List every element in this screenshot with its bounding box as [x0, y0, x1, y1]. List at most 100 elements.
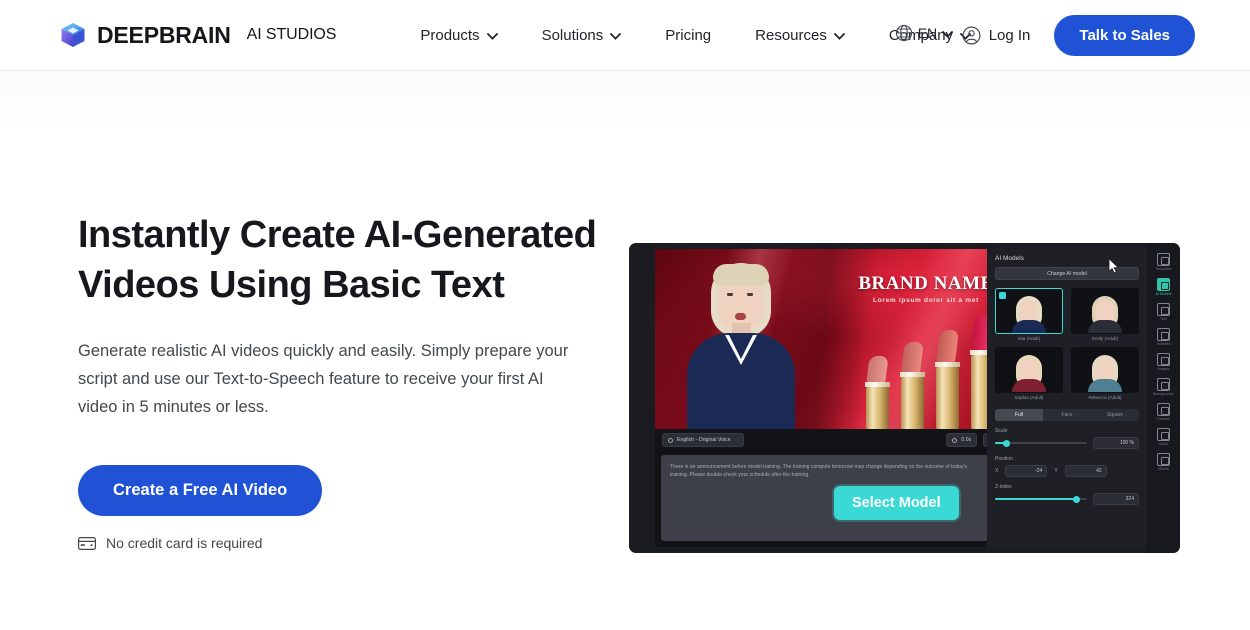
user-circle-icon: [962, 26, 981, 45]
voice-chip-label: English - Original Voice: [677, 437, 731, 443]
chevron-down-icon: [833, 32, 845, 40]
rail-item-text[interactable]: Text: [1148, 300, 1179, 323]
nav-item-solutions[interactable]: Solutions: [520, 21, 644, 50]
globe-icon: [895, 24, 912, 42]
segment-full[interactable]: Full: [995, 409, 1043, 421]
zindex-value[interactable]: 324: [1093, 493, 1139, 505]
canvas-brand-subtitle: Lorem ipsum dolor sit a met: [873, 297, 979, 304]
scale-label: Scale: [995, 428, 1008, 434]
canvas-brand-title: BRAND NAME: [858, 273, 994, 294]
segment-face[interactable]: Face: [1043, 409, 1091, 421]
model-thumb-0[interactable]: Mia (Adult): [995, 288, 1063, 341]
zindex-slider[interactable]: [995, 494, 1087, 504]
image-icon: [1157, 353, 1170, 366]
login-link[interactable]: Log In: [962, 26, 1031, 45]
hero-subtitle: Generate realistic AI videos quickly and…: [78, 342, 569, 416]
rail-item-ai-models[interactable]: AI Models: [1148, 275, 1179, 298]
rail-label: Subtitles: [1156, 342, 1171, 346]
zindex-property: Z-index 324: [995, 484, 1139, 505]
model-label: Sophia (Adult): [1014, 395, 1044, 400]
background-icon: [1157, 378, 1170, 391]
position-label: Position: [995, 456, 1013, 462]
rail-label: Templates: [1155, 267, 1172, 271]
delay-chip[interactable]: 0.0s: [946, 433, 978, 447]
nav-label: Resources: [755, 26, 827, 44]
login-label: Log In: [988, 27, 1031, 44]
rail-label: AI Models: [1155, 292, 1172, 296]
rail-item-effects[interactable]: Effects: [1148, 450, 1179, 473]
model-label: Rebecca (Adult): [1088, 395, 1122, 400]
zindex-label: Z-index: [995, 484, 1012, 490]
rail-label: Text: [1160, 317, 1167, 321]
brand-name: DEEPBRAIN: [97, 21, 231, 48]
effects-icon: [1157, 453, 1170, 466]
position-x-label: X: [995, 468, 999, 474]
rail-item-audio[interactable]: Audio: [1148, 425, 1179, 448]
header-right-group: EN Log In Talk to Sales: [895, 0, 1250, 71]
video-canvas[interactable]: BRAND NAME Lorem ipsum dolor sit a met: [655, 249, 1021, 429]
frame-icon: [1157, 403, 1170, 416]
brand-subtitle: AI STUDIOS: [246, 26, 337, 43]
nav-label: Pricing: [665, 26, 712, 44]
nav-label: Products: [420, 26, 480, 44]
chevron-down-icon: [486, 32, 498, 40]
brand-logo[interactable]: DEEPBRAIN AI STUDIOS: [60, 22, 336, 49]
model-label: Emily (Adult): [1091, 336, 1119, 341]
editor-icon-rail: Templates AI Models Text Subtitles Image…: [1147, 243, 1180, 553]
rail-item-backgrounds[interactable]: Backgrounds: [1148, 375, 1179, 398]
voice-chip[interactable]: English - Original Voice: [662, 433, 744, 447]
nav-label: Solutions: [541, 26, 604, 44]
panel-title: AI Models: [995, 255, 1024, 262]
change-ai-model-button[interactable]: Change AI model: [995, 267, 1139, 280]
segment-square[interactable]: Square: [1091, 409, 1139, 421]
model-grid: Mia (Adult) Emily (Adult) Sophia (Adult): [995, 288, 1139, 400]
clock-icon: [952, 437, 958, 443]
rail-item-images[interactable]: Images: [1148, 350, 1179, 373]
create-free-ai-video-button[interactable]: Create a Free AI Video: [78, 465, 323, 516]
rail-label: Backgrounds: [1153, 392, 1174, 396]
chevron-down-icon: [942, 30, 954, 38]
script-text: There is an announcement before model tr…: [670, 464, 968, 478]
rail-item-frames[interactable]: Frames: [1148, 400, 1179, 423]
language-selector[interactable]: EN: [895, 24, 954, 42]
audio-icon: [1157, 428, 1170, 441]
model-label: Mia (Adult): [1017, 336, 1041, 341]
template-icon: [1157, 253, 1170, 266]
cube-icon: [61, 23, 85, 47]
page-title: Instantly Create AI-Generated Videos Usi…: [78, 214, 597, 306]
chevron-down-icon: [610, 32, 622, 40]
avatar-icon: [1157, 278, 1170, 291]
position-y-label: Y: [1054, 468, 1058, 474]
talk-to-sales-button[interactable]: Talk to Sales: [1054, 15, 1195, 56]
ai-presenter-avatar: [685, 257, 797, 429]
credit-card-icon: [78, 536, 96, 550]
model-thumb-2[interactable]: Sophia (Adult): [995, 347, 1063, 400]
nav-item-pricing[interactable]: Pricing: [643, 21, 733, 50]
no-credit-card-note: No credit card is required: [78, 535, 598, 551]
check-icon: [999, 292, 1006, 299]
voice-icon: [668, 437, 673, 443]
product-screenshot: BRAND NAME Lorem ipsum dolor sit a met E…: [629, 243, 1180, 553]
text-icon: [1157, 303, 1170, 316]
rail-label: Audio: [1158, 442, 1169, 446]
rail-label: Images: [1157, 367, 1170, 371]
position-y-input[interactable]: 42: [1064, 465, 1107, 477]
hero-copy: Instantly Create AI-Generated Videos Usi…: [78, 210, 598, 551]
rail-label: Frames: [1157, 417, 1170, 421]
nav-item-products[interactable]: Products: [398, 21, 519, 50]
rail-item-subtitles[interactable]: Subtitles: [1148, 325, 1179, 348]
no-credit-card-label: No credit card is required: [106, 535, 263, 551]
delay-chip-label: 0.0s: [961, 437, 972, 443]
language-label: EN: [917, 25, 938, 41]
rail-item-templates[interactable]: Templates: [1148, 250, 1179, 273]
model-thumb-1[interactable]: Emily (Adult): [1071, 288, 1139, 341]
position-property: Position X -24 Y 42: [995, 456, 1139, 477]
select-model-button[interactable]: Select Model: [834, 486, 959, 520]
framing-segmented-control: Full Face Square: [995, 409, 1139, 421]
position-x-input[interactable]: -24: [1005, 465, 1048, 477]
model-thumb-3[interactable]: Rebecca (Adult): [1071, 347, 1139, 400]
ai-models-panel: AI Models Change AI model Mia (Adult) Em: [987, 249, 1147, 547]
scale-slider[interactable]: [995, 438, 1087, 448]
nav-item-resources[interactable]: Resources: [733, 21, 867, 50]
scale-value[interactable]: 100 %: [1093, 437, 1139, 449]
